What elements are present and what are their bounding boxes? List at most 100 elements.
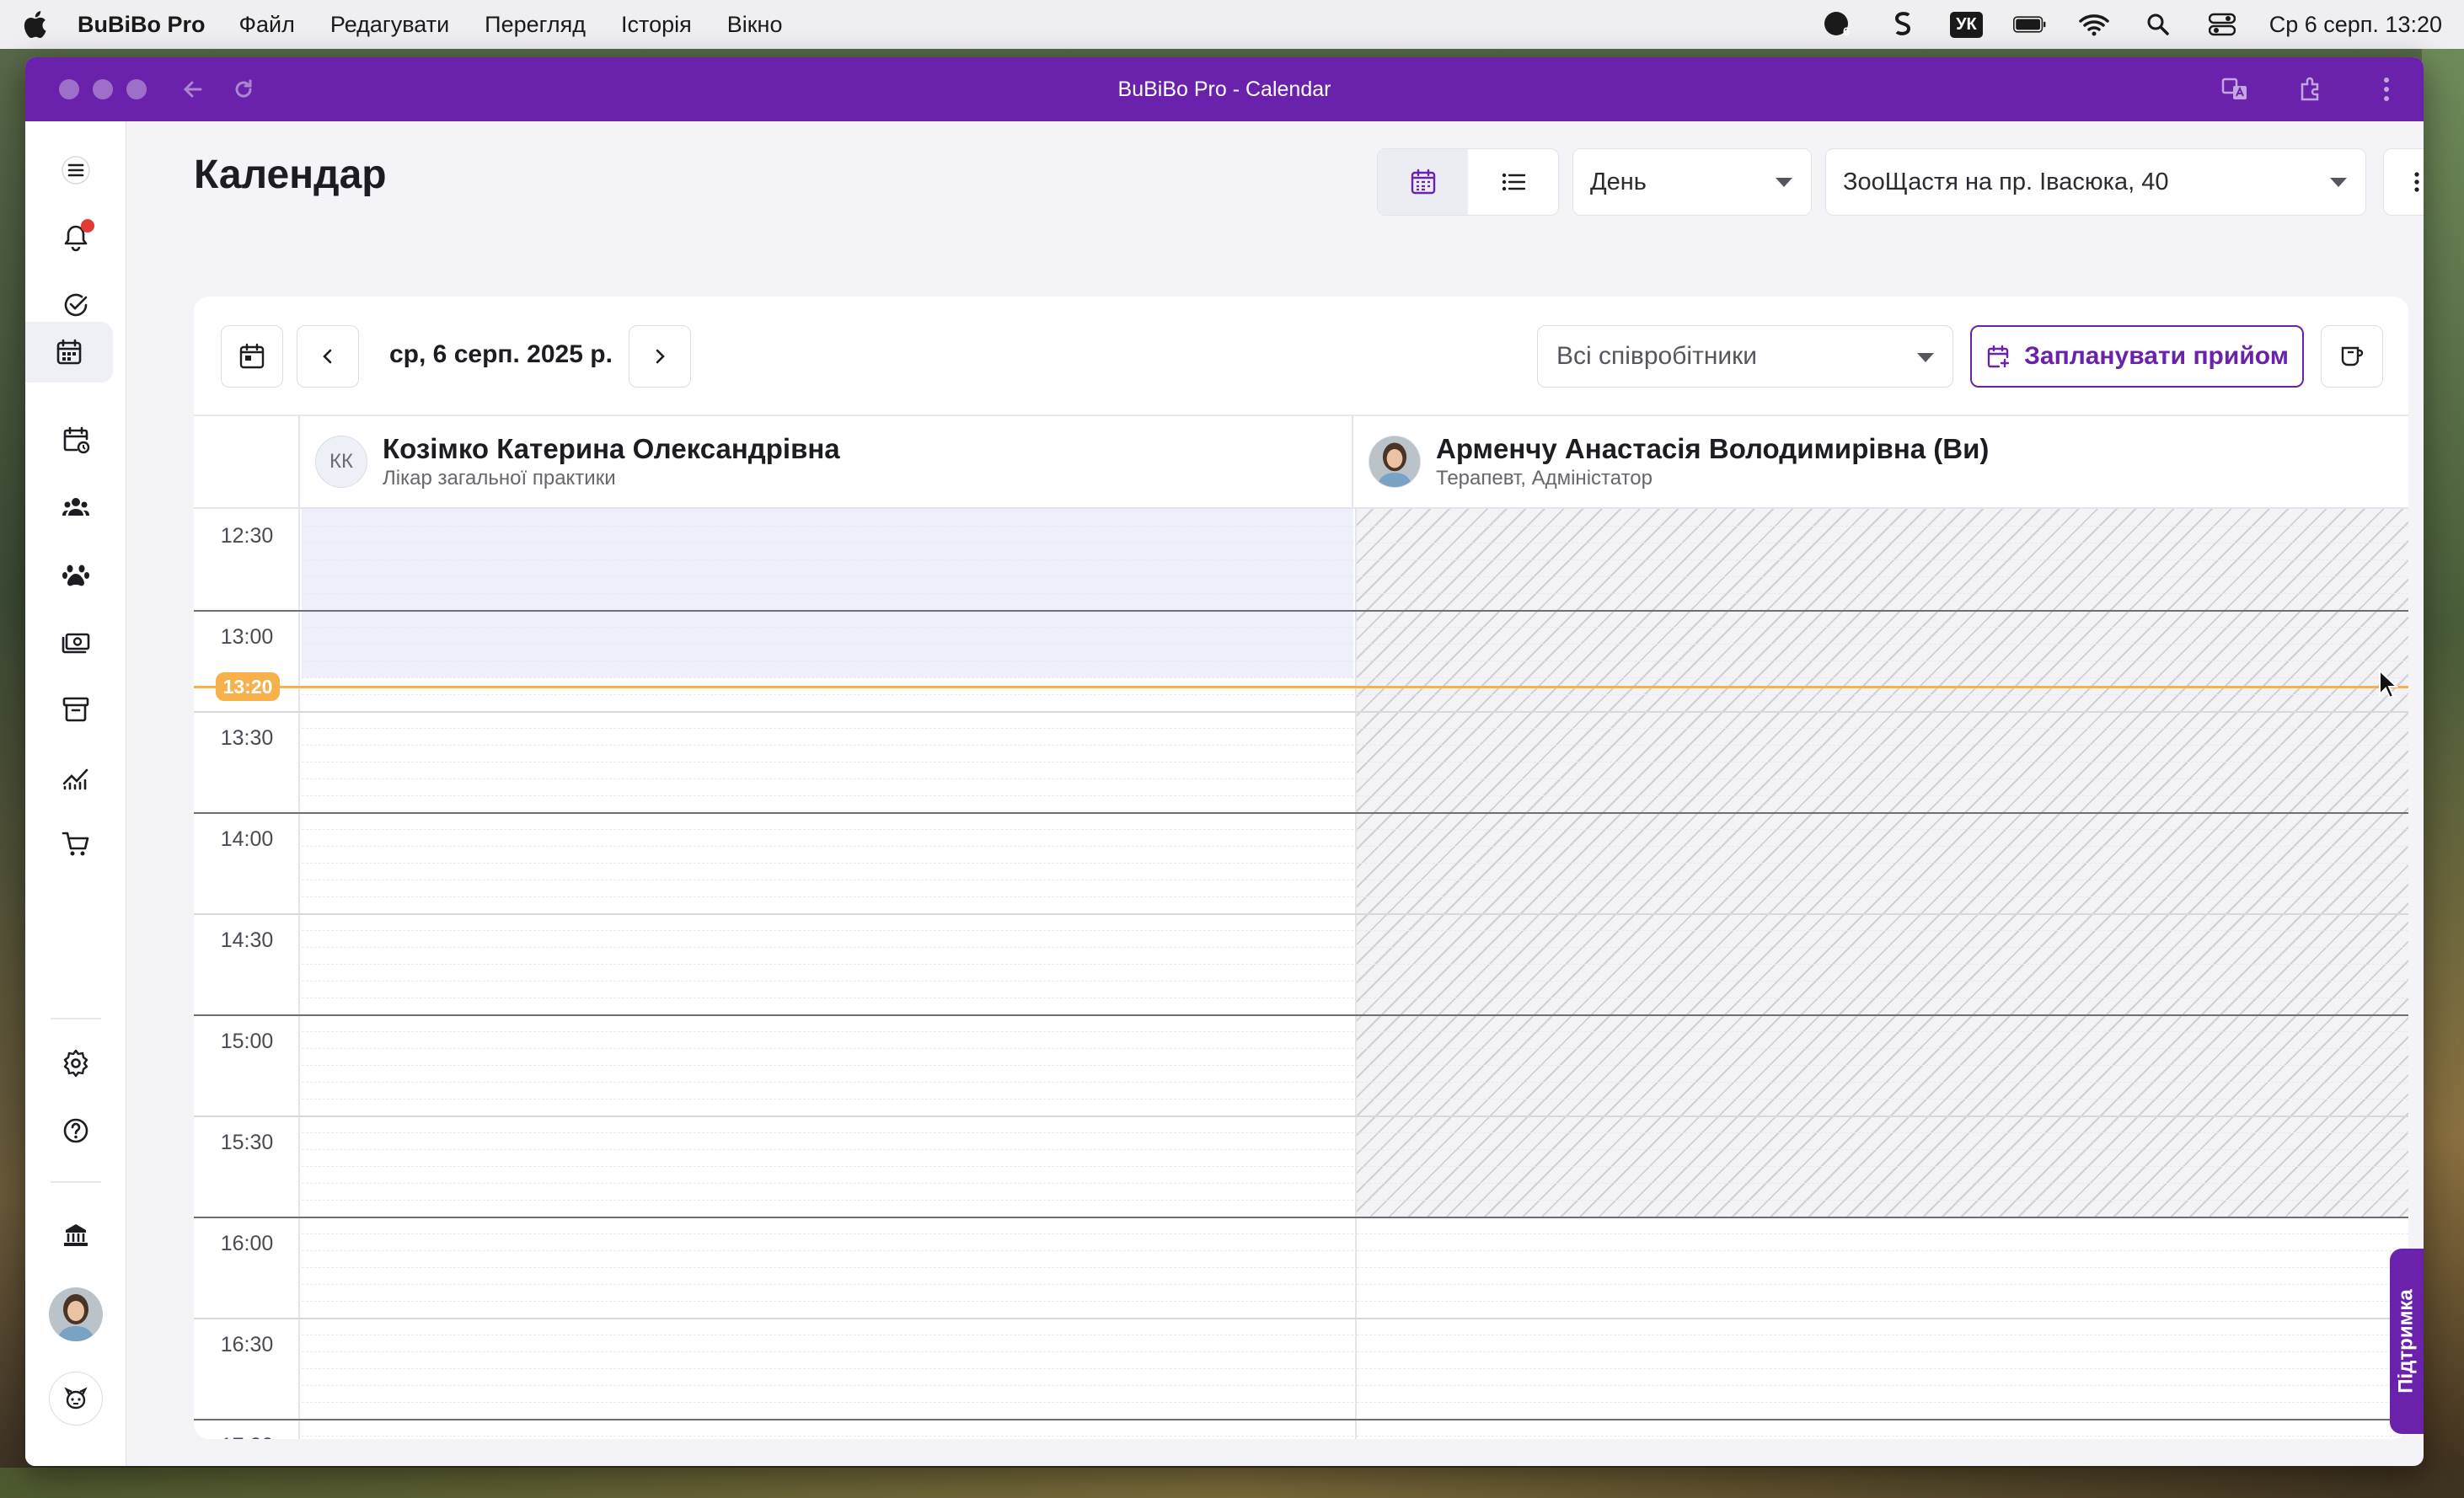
employee-avatar: [1369, 436, 1421, 488]
control-center-icon[interactable]: [2205, 10, 2239, 39]
sidebar-divider: [51, 1181, 101, 1183]
slot-gridline: [1357, 1301, 2408, 1302]
slot-gridline: [302, 863, 1353, 864]
menu-view[interactable]: Перегляд: [485, 12, 586, 38]
slot-gridline: [1357, 964, 2408, 965]
previous-day-button[interactable]: [297, 325, 359, 388]
slot-gridline: [302, 677, 1353, 678]
chart-icon[interactable]: [46, 746, 106, 807]
building-icon[interactable]: [46, 1205, 106, 1265]
notification-count-icon[interactable]: 6: [1822, 10, 1856, 39]
desktop-wallpaper: [2422, 49, 2464, 1498]
chevron-down-icon: [1917, 353, 1934, 362]
main-content: Календар День ЗооЩастя на пр. Івасюка, 4…: [126, 121, 2424, 1466]
slot-gridline: [1357, 896, 2408, 897]
title-bar: BuBiBo Pro - Calendar: [25, 57, 2424, 121]
time-slot-label: 12:30: [220, 524, 274, 548]
back-arrow-icon[interactable]: [180, 77, 206, 102]
sidebar-item-calendar[interactable]: [25, 322, 113, 383]
time-slot-label: 16:00: [220, 1232, 274, 1255]
close-window-button[interactable]: [59, 79, 79, 99]
people-icon[interactable]: [46, 477, 106, 538]
slot-gridline: [1357, 677, 2408, 678]
cash-icon[interactable]: [46, 612, 106, 672]
slot-gridline: [302, 964, 1353, 965]
apple-icon[interactable]: [22, 10, 47, 39]
cart-icon[interactable]: [46, 814, 106, 875]
app-menu[interactable]: BuBiBo Pro: [78, 12, 206, 38]
help-icon[interactable]: [46, 1100, 106, 1161]
slot-gridline: [302, 1132, 1353, 1133]
minimize-window-button[interactable]: [93, 79, 113, 99]
current-time-badge: 13:20: [216, 672, 280, 701]
current-date[interactable]: ср, 6 серп. 2025 р.: [389, 340, 613, 369]
list-view-button[interactable]: [1468, 149, 1558, 215]
extensions-icon[interactable]: [2294, 72, 2327, 106]
support-tab[interactable]: Підтримка: [2390, 1249, 2424, 1434]
hour-gridline: [194, 610, 2408, 612]
location-value: ЗооЩастя на пр. Івасюка, 40: [1843, 168, 2169, 195]
slot-gridline: [1357, 728, 2408, 729]
date-picker-button[interactable]: [221, 325, 283, 388]
employee-name: Арменчу Анастасія Володимирівна (Ви): [1436, 433, 1990, 464]
time-slot-label: 14:30: [220, 928, 274, 952]
slot-gridline: [302, 1048, 1353, 1049]
menu-edit[interactable]: Редагувати: [330, 12, 449, 38]
scrivener-icon[interactable]: [1886, 10, 1920, 39]
menu-history[interactable]: Історія: [621, 12, 692, 38]
more-options-button[interactable]: [2383, 148, 2424, 216]
next-day-button[interactable]: [629, 325, 691, 388]
slot-gridline: [1357, 1267, 2408, 1268]
paw-icon[interactable]: [46, 544, 106, 605]
view-mode-select[interactable]: День: [1572, 148, 1812, 216]
schedule-appointment-label: Запланувати прийом: [2024, 342, 2289, 370]
mouse-cursor-icon: [2379, 669, 2398, 699]
archive-icon[interactable]: [46, 679, 106, 740]
break-button[interactable]: [2321, 325, 2383, 388]
clinic-logo[interactable]: [49, 1372, 103, 1426]
slot-gridline: [1357, 526, 2408, 527]
translate-icon[interactable]: [2218, 72, 2252, 106]
employee-header[interactable]: Арменчу Анастасія Володимирівна (Ви) Тер…: [1353, 415, 2408, 509]
schedule-appointment-button[interactable]: Запланувати прийом: [1970, 325, 2304, 388]
employee-schedule-column[interactable]: [302, 509, 1353, 1439]
slot-gridline: [302, 559, 1353, 560]
slot-gridline: [302, 1031, 1353, 1032]
half-hour-gridline: [194, 711, 2408, 713]
gear-icon[interactable]: [46, 1033, 106, 1094]
slot-gridline: [1357, 1250, 2408, 1251]
user-avatar[interactable]: [49, 1287, 103, 1341]
menu-file[interactable]: Файл: [239, 12, 295, 38]
calendar-clock-icon[interactable]: [46, 409, 106, 470]
bell-icon[interactable]: [46, 207, 106, 268]
hour-gridline: [194, 812, 2408, 814]
wifi-icon[interactable]: [2077, 10, 2111, 39]
half-hour-gridline: [194, 1115, 2408, 1117]
battery-icon[interactable]: [2012, 10, 2047, 39]
keyboard-layout[interactable]: УК: [1950, 11, 1983, 38]
slot-gridline: [1357, 1048, 2408, 1049]
slot-gridline: [302, 1301, 1353, 1302]
spotlight-search-icon[interactable]: [2141, 10, 2175, 39]
staff-filter-select[interactable]: Всі співробітники: [1537, 325, 1953, 388]
time-slot-label: 13:00: [220, 625, 274, 649]
slot-gridline: [302, 795, 1353, 796]
slot-gridline: [1357, 1031, 2408, 1032]
time-slot-label: 16:30: [220, 1333, 274, 1356]
calendar-view-button[interactable]: [1378, 149, 1468, 215]
slot-gridline: [1357, 1082, 2408, 1083]
clock[interactable]: Ср 6 серп. 13:20: [2269, 12, 2442, 38]
slot-gridline: [1357, 559, 2408, 560]
more-vertical-icon[interactable]: [2370, 72, 2403, 106]
employee-header[interactable]: КК Козімко Катерина Олександрівна Лікар …: [300, 415, 1353, 509]
location-select[interactable]: ЗооЩастя на пр. Івасюка, 40: [1825, 148, 2366, 216]
calendar-add-icon: [1987, 345, 2010, 368]
zoom-window-button[interactable]: [126, 79, 147, 99]
employee-schedule-column[interactable]: [1355, 509, 2408, 1439]
slot-gridline: [302, 1284, 1353, 1285]
reload-icon[interactable]: [231, 77, 256, 102]
menu-window[interactable]: Вікно: [727, 12, 783, 38]
slot-gridline: [302, 576, 1353, 577]
slot-gridline: [302, 1267, 1353, 1268]
hamburger-icon[interactable]: [46, 140, 106, 201]
